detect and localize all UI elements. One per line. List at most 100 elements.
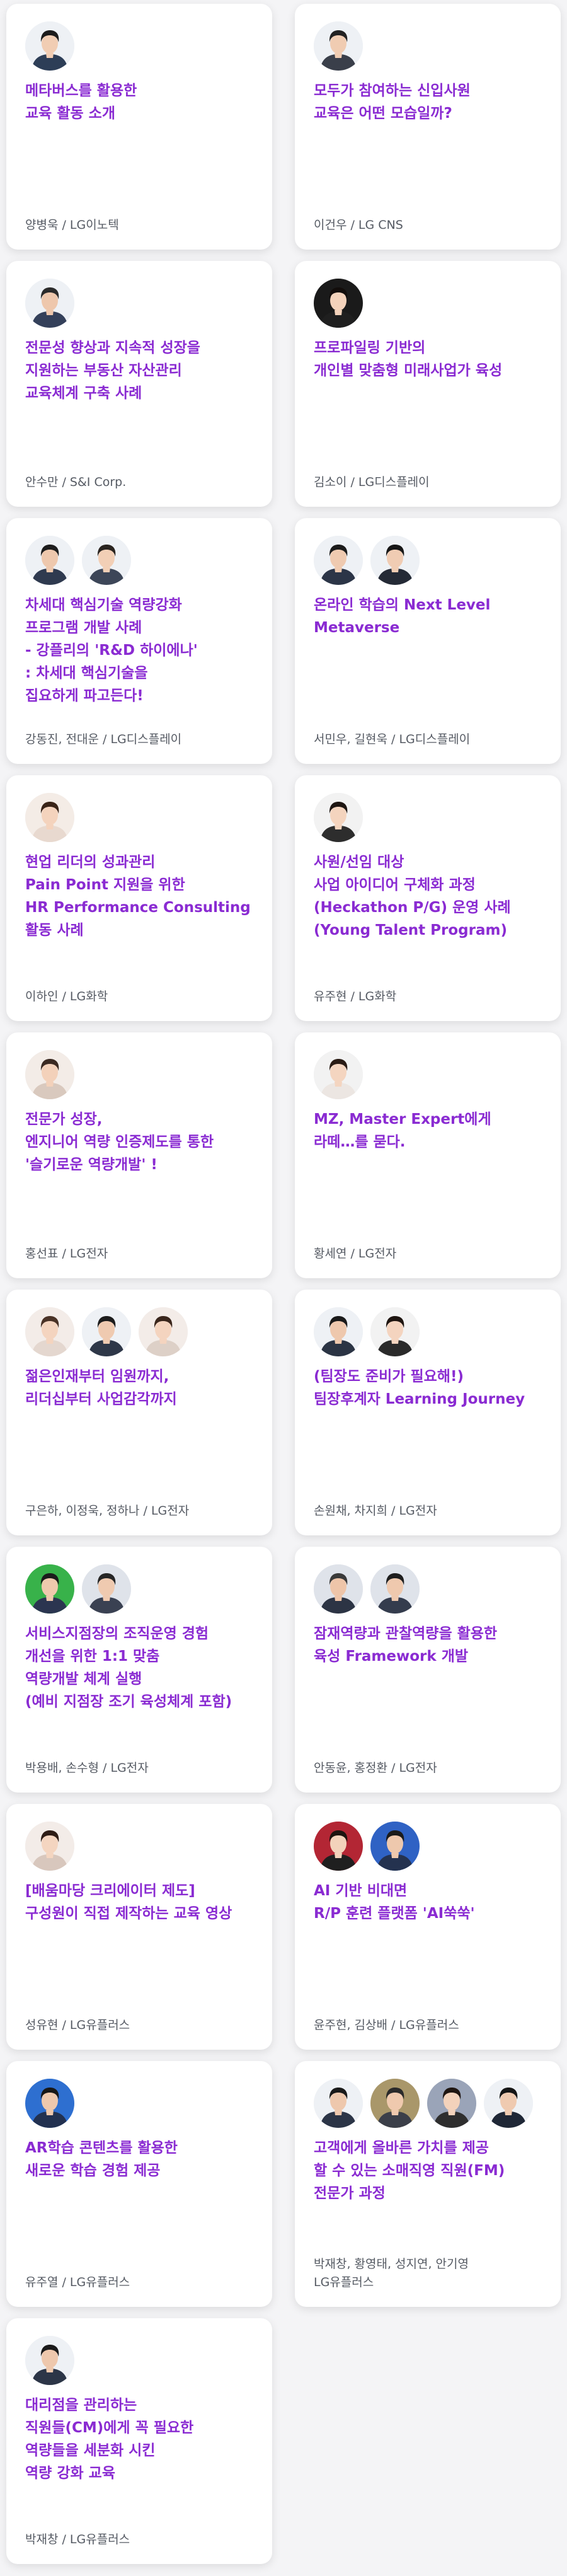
speaker-avatar: [25, 1564, 74, 1614]
speaker-avatar: [427, 2079, 476, 2128]
session-card[interactable]: [배움마당 크리에이터 제도] 구성원이 직접 제작하는 교육 영상성유현 / …: [6, 1804, 272, 2050]
session-title: 온라인 학습의 Next Level Metaverse: [314, 597, 491, 636]
session-title: 메타버스를 활용한 교육 활동 소개: [25, 83, 137, 122]
speaker-affiliation: 박재창, 황영태, 성지연, 안기영 LG유플러스: [314, 2257, 469, 2289]
session-card[interactable]: 메타버스를 활용한 교육 활동 소개 양병욱 / LG이노텍: [6, 4, 272, 250]
speaker-avatar: [25, 21, 74, 71]
session-title: 잠재역량과 관찰역량을 활용한 육성 Framework 개발: [314, 1626, 498, 1665]
session-title: AR학습 콘텐츠를 활용한 새로운 학습 경험 제공: [25, 2140, 178, 2179]
speaker-avatars: [25, 1564, 253, 1614]
session-title: 대리점을 관리하는 직원들(CM)에게 꼭 필요한 역량들을 세분화 시킨 역량…: [25, 2397, 194, 2481]
speaker-affiliation: 이건우 / LG CNS: [314, 218, 403, 232]
session-card[interactable]: AR학습 콘텐츠를 활용한 새로운 학습 경험 제공유주열 / LG유플러스: [6, 2061, 272, 2307]
speaker-avatar: [370, 1822, 420, 1871]
speaker-affiliation: 박재창 / LG유플러스: [25, 2533, 130, 2546]
speaker-avatars: [314, 1307, 542, 1356]
speaker-avatars: [25, 279, 253, 328]
session-card-grid: 메타버스를 활용한 교육 활동 소개 양병욱 / LG이노텍 모두가 참여하는 신입…: [6, 4, 561, 2564]
speaker-affiliation: 구은하, 이정욱, 정하나 / LG전자: [25, 1504, 190, 1518]
speaker-avatar: [139, 1307, 188, 1356]
speaker-avatar: [314, 536, 363, 585]
speaker-affiliation: 안동윤, 홍정환 / LG전자: [314, 1761, 437, 1775]
speaker-avatars: [25, 1307, 253, 1356]
session-card[interactable]: 전문성 향상과 지속적 성장을 지원하는 부동산 자산관리 교육체계 구축 사례…: [6, 261, 272, 507]
speaker-avatars: [25, 21, 253, 71]
speaker-avatar: [82, 1564, 131, 1614]
speaker-avatars: [25, 1050, 253, 1099]
speaker-avatars: [25, 2336, 253, 2385]
session-card[interactable]: 프로파일링 기반의 개인별 맞춤형 미래사업가 육성 김소이 / LG디스플레이: [295, 261, 561, 507]
speaker-affiliation: 안수만 / S&I Corp.: [25, 475, 127, 489]
session-title: 모두가 참여하는 신입사원 교육은 어떤 모습일까?: [314, 83, 471, 122]
session-card[interactable]: 고객에게 올바른 가치를 제공 할 수 있는 소매직영 직원(FM) 전문가 과…: [295, 2061, 561, 2307]
speaker-avatars: [25, 2079, 253, 2128]
session-card[interactable]: 현업 리더의 성과관리 Pain Point 지원을 위한 HR Perform…: [6, 775, 272, 1021]
speaker-avatar: [314, 793, 363, 842]
session-title: [배움마당 크리에이터 제도] 구성원이 직접 제작하는 교육 영상: [25, 1883, 232, 1922]
speaker-avatars: [314, 21, 542, 71]
session-title: (팀장도 준비가 필요해!) 팀장후계자 Learning Journey: [314, 1368, 525, 1407]
speaker-affiliation: 성유현 / LG유플러스: [25, 2018, 130, 2032]
speaker-avatar: [314, 2079, 363, 2128]
speaker-avatar: [314, 1307, 363, 1356]
speaker-avatars: [314, 1564, 542, 1614]
speaker-avatars: [25, 536, 253, 585]
session-card[interactable]: 서비스지점장의 조직운영 경험 개선을 위한 1:1 맞춤 역량개발 체계 실행…: [6, 1547, 272, 1793]
session-title: 전문성 향상과 지속적 성장을 지원하는 부동산 자산관리 교육체계 구축 사례: [25, 340, 200, 401]
speaker-avatar: [370, 536, 420, 585]
speaker-avatar: [370, 1307, 420, 1356]
speaker-avatar: [25, 793, 74, 842]
session-card[interactable]: (팀장도 준비가 필요해!) 팀장후계자 Learning Journey 손원채…: [295, 1290, 561, 1535]
speaker-avatar: [25, 1307, 74, 1356]
speaker-avatar: [25, 2079, 74, 2128]
session-title: 현업 리더의 성과관리 Pain Point 지원을 위한 HR Perform…: [25, 854, 251, 939]
speaker-avatar: [314, 1050, 363, 1099]
speaker-avatar: [484, 2079, 533, 2128]
speaker-affiliation: 유주현 / LG화학: [314, 990, 397, 1003]
session-title: AI 기반 비대면 R/P 훈련 플랫폼 'AI쑥쑥': [314, 1883, 475, 1922]
speaker-avatar: [25, 1822, 74, 1871]
speaker-avatar: [314, 21, 363, 71]
session-card[interactable]: AI 기반 비대면 R/P 훈련 플랫폼 'AI쑥쑥' 윤주현, 김상배 / LG…: [295, 1804, 561, 2050]
session-card[interactable]: 사원/선임 대상 사업 아이디어 구체화 과정 (Heckathon P/G) …: [295, 775, 561, 1021]
session-card[interactable]: 젊은인재부터 임원까지, 리더십부터 사업감각까지구은하, 이정욱, 정하나 /…: [6, 1290, 272, 1535]
speaker-affiliation: 서민우, 길현욱 / LG디스플레이: [314, 732, 471, 746]
speaker-avatars: [314, 1822, 542, 1871]
session-title: MZ, Master Expert에게 라떼…를 묻다.: [314, 1111, 491, 1150]
speaker-avatar: [314, 1564, 363, 1614]
session-card[interactable]: 차세대 핵심기술 역량강화 프로그램 개발 사례 - 강플리의 'R&D 하이에…: [6, 518, 272, 764]
session-title: 고객에게 올바른 가치를 제공 할 수 있는 소매직영 직원(FM) 전문가 과…: [314, 2140, 505, 2202]
speaker-affiliation: 강동진, 전대운 / LG디스플레이: [25, 732, 182, 746]
speaker-avatars: [314, 1050, 542, 1099]
speaker-avatar: [370, 1564, 420, 1614]
session-card[interactable]: 전문가 성장, 엔지니어 역량 인증제도를 통한 '슬기로운 역량개발' ! 홍선…: [6, 1032, 272, 1278]
session-card[interactable]: 모두가 참여하는 신입사원 교육은 어떤 모습일까? 이건우 / LG CNS: [295, 4, 561, 250]
speaker-avatar: [82, 536, 131, 585]
session-title: 서비스지점장의 조직운영 경험 개선을 위한 1:1 맞춤 역량개발 체계 실행…: [25, 1626, 232, 1710]
speaker-affiliation: 유주열 / LG유플러스: [25, 2275, 130, 2289]
session-title: 사원/선임 대상 사업 아이디어 구체화 과정 (Heckathon P/G) …: [314, 854, 511, 939]
session-title: 전문가 성장, 엔지니어 역량 인증제도를 통한 '슬기로운 역량개발' !: [25, 1111, 214, 1173]
speaker-avatars: [314, 279, 542, 328]
session-card[interactable]: MZ, Master Expert에게 라떼…를 묻다. 황세연 / LG전자: [295, 1032, 561, 1278]
session-card[interactable]: 잠재역량과 관찰역량을 활용한 육성 Framework 개발안동윤, 홍정환 …: [295, 1547, 561, 1793]
speaker-avatar: [370, 2079, 420, 2128]
speaker-affiliation: 황세연 / LG전자: [314, 1247, 397, 1261]
speaker-affiliation: 손원채, 차지희 / LG전자: [314, 1504, 437, 1518]
session-card[interactable]: 대리점을 관리하는 직원들(CM)에게 꼭 필요한 역량들을 세분화 시킨 역량…: [6, 2318, 272, 2564]
speaker-avatars: [25, 1822, 253, 1871]
speaker-affiliation: 이하인 / LG화학: [25, 990, 108, 1003]
speaker-avatars: [314, 2079, 542, 2128]
speaker-avatar: [25, 536, 74, 585]
speaker-avatar: [82, 1307, 131, 1356]
session-title: 프로파일링 기반의 개인별 맞춤형 미래사업가 육성: [314, 340, 503, 379]
session-card[interactable]: 온라인 학습의 Next Level Metaverse 서민우, 길현욱 / L…: [295, 518, 561, 764]
speaker-avatars: [314, 793, 542, 842]
session-title: 차세대 핵심기술 역량강화 프로그램 개발 사례 - 강플리의 'R&D 하이에…: [25, 597, 198, 704]
session-title: 젊은인재부터 임원까지, 리더십부터 사업감각까지: [25, 1368, 177, 1407]
speaker-avatars: [25, 793, 253, 842]
speaker-avatar: [314, 279, 363, 328]
speaker-avatar: [25, 279, 74, 328]
speaker-avatar: [25, 2336, 74, 2385]
speaker-avatar: [25, 1050, 74, 1099]
